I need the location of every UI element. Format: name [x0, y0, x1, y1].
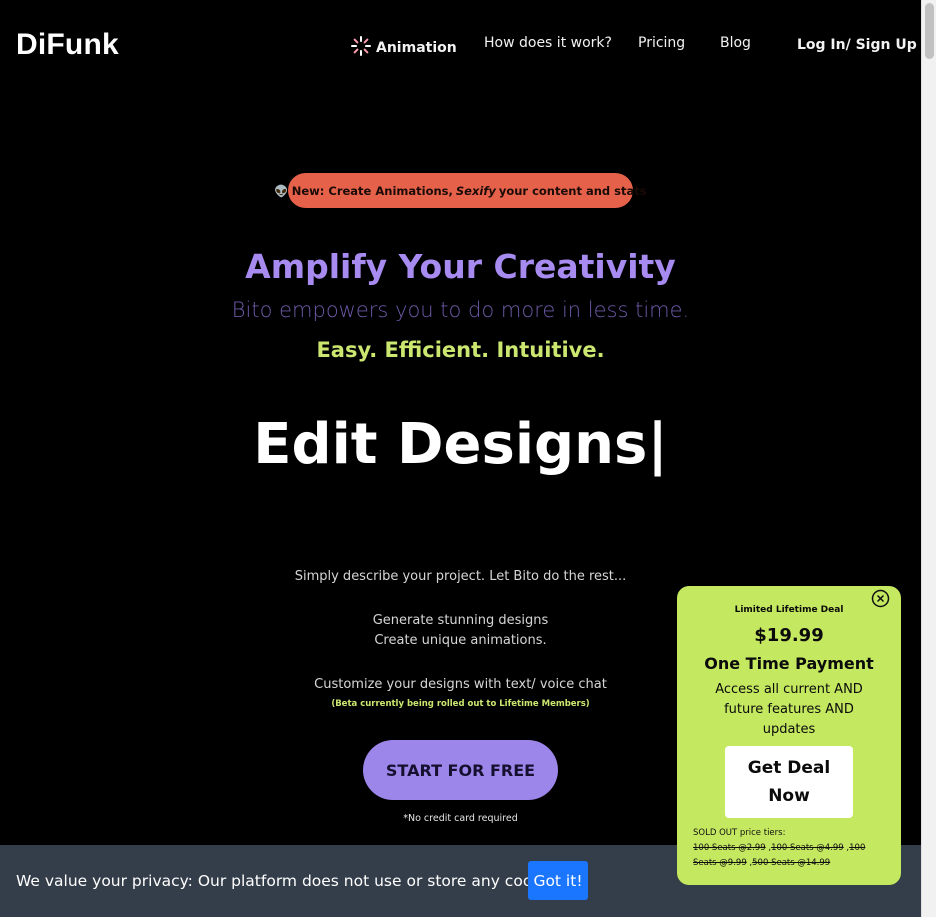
- tier-2: 100 Seats @4.99: [771, 843, 844, 853]
- cookie-message: We value your privacy: Our platform does…: [16, 872, 569, 890]
- badge-emphasis: Sexify: [455, 183, 496, 198]
- get-deal-button[interactable]: Get Deal Now: [725, 746, 853, 818]
- get-deal-line-1: Get Deal: [747, 758, 831, 778]
- cookie-accept-button[interactable]: Got it!: [528, 861, 588, 900]
- new-feature-badge[interactable]: 👽 New: Create Animations, Sexify your co…: [274, 173, 647, 208]
- start-for-free-button[interactable]: START FOR FREE: [363, 740, 558, 800]
- nav-blog[interactable]: Blog: [720, 35, 751, 51]
- hero-tagline: Easy. Efficient. Intuitive.: [316, 338, 605, 362]
- alien-emoji: 👽: [274, 183, 289, 198]
- sold-out-label: SOLD OUT price tiers:: [693, 828, 786, 838]
- nav-animation[interactable]: Animation: [350, 35, 457, 61]
- sparkle-icon: [350, 35, 372, 61]
- typed-text: Edit Designs|: [253, 412, 668, 477]
- tier-4: 500 Seats @14.99: [752, 858, 831, 868]
- scrollbar[interactable]: [921, 0, 936, 917]
- badge-prefix: New: Create Animations,: [291, 183, 453, 198]
- nav-how-it-works[interactable]: How does it work?: [484, 35, 612, 51]
- nav-animation-label: Animation: [376, 40, 457, 56]
- scrollbar-thumb[interactable]: [925, 3, 934, 59]
- logo[interactable]: DiFunk: [16, 28, 119, 62]
- deal-one-time: One Time Payment: [704, 654, 874, 673]
- description-line-1: Simply describe your project. Let Bito d…: [294, 569, 627, 584]
- sold-out-tiers: SOLD OUT price tiers: 100 Seats @2.99 ,1…: [693, 828, 866, 868]
- nav-pricing[interactable]: Pricing: [638, 35, 685, 51]
- tier-1: 100 Seats @2.99: [693, 843, 766, 853]
- hero-headline: Amplify Your Creativity: [245, 247, 676, 286]
- deal-access-text: Access all current AND future features A…: [715, 682, 863, 737]
- badge-suffix: your content and stats: [498, 183, 647, 198]
- deal-label: Limited Lifetime Deal: [734, 605, 844, 615]
- hero-subline: Bito empowers you to do more in less tim…: [231, 298, 690, 322]
- login-signup-link[interactable]: Log In/ Sign Up: [797, 37, 917, 53]
- deal-price: $19.99: [754, 625, 824, 646]
- lifetime-deal-popup: Limited Lifetime Deal $19.99 One Time Pa…: [677, 586, 901, 885]
- get-deal-line-2: Now: [768, 786, 810, 806]
- page: DiFunk Animation How does it work? Prici…: [0, 0, 921, 917]
